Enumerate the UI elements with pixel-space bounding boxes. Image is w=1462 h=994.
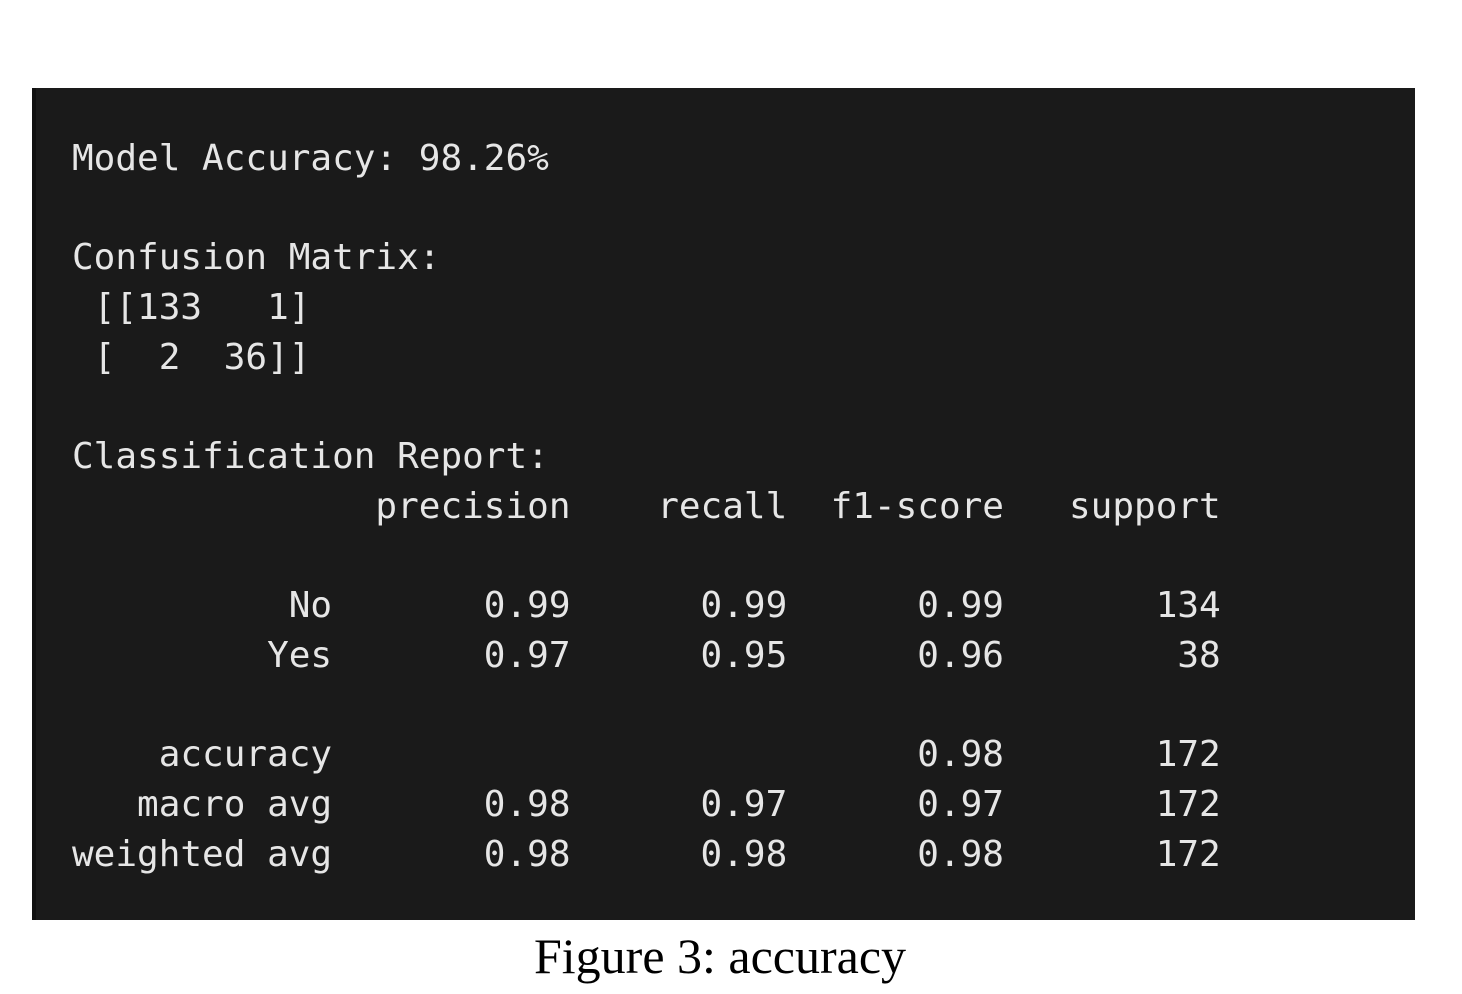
confusion-matrix-row-2: [ 2 36]]	[72, 336, 311, 378]
terminal-output: Model Accuracy: 98.26% Confusion Matrix: …	[72, 134, 1221, 879]
figure-caption: Figure 3: accuracy	[533, 928, 907, 984]
report-row-yes: Yes 0.97 0.95 0.96 38	[72, 634, 1221, 676]
report-row-weighted-avg: weighted avg 0.98 0.98 0.98 172	[72, 833, 1221, 875]
confusion-matrix-heading: Confusion Matrix:	[72, 237, 441, 279]
classification-report-heading: Classification Report:	[72, 436, 549, 478]
confusion-matrix-row-1: [[133 1]	[72, 287, 311, 329]
report-row-macro-avg: macro avg 0.98 0.97 0.97 172	[72, 783, 1221, 825]
report-row-no: No 0.99 0.99 0.99 134	[72, 585, 1221, 627]
report-column-headers: precision recall f1-score support	[72, 485, 1221, 527]
accuracy-line: Model Accuracy: 98.26%	[72, 138, 549, 179]
report-row-accuracy: accuracy 0.98 172	[72, 734, 1221, 776]
